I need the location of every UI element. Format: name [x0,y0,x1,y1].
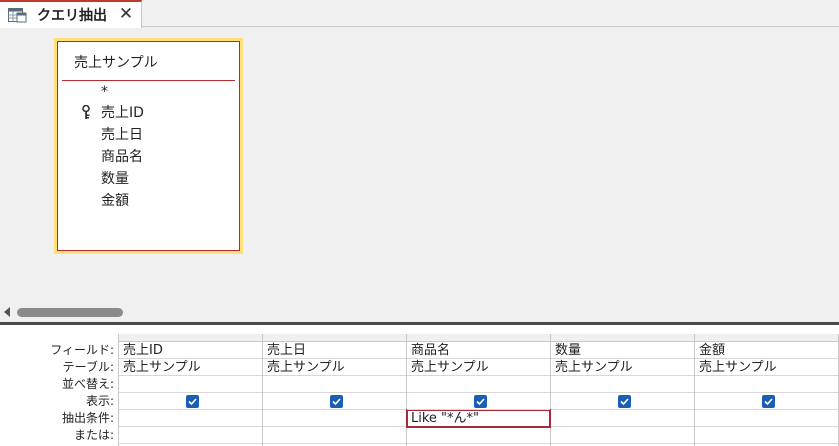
sort-cell[interactable] [407,376,550,393]
field-cell[interactable]: 金額 [695,342,838,359]
row-label-field: フィールド: [50,343,114,357]
or-cell[interactable] [695,427,838,444]
show-cell [407,393,550,410]
row-label-table: テーブル: [62,360,114,374]
show-checkbox[interactable] [186,395,199,408]
show-cell [695,393,838,410]
field-item-quantity[interactable]: 数量 [58,168,239,190]
show-checkbox[interactable] [618,395,631,408]
criteria-cell[interactable] [119,410,262,427]
grid-column-sales-date: 売上日 売上サンプル [263,334,407,446]
grid-row-labels: フィールド: テーブル: 並べ替え: 表示: 抽出条件: または: [0,342,118,444]
sort-cell[interactable] [551,376,694,393]
field-list-table-name[interactable]: 売上サンプル [74,52,158,72]
column-selector[interactable] [695,334,838,342]
show-checkbox[interactable] [474,395,487,408]
tab-query-extract[interactable]: クエリ抽出 ✕ [0,0,142,28]
column-selector[interactable] [119,334,262,342]
row-label-sort: 並べ替え: [61,377,114,391]
field-cell[interactable]: 数量 [551,342,694,359]
tab-title: クエリ抽出 [37,8,107,24]
row-label-or: または: [73,428,114,442]
field-list-items: * 売上ID 売上日 商品名 数量 金額 [58,82,239,212]
query-datasheet-icon [8,7,27,23]
close-icon[interactable]: ✕ [117,4,135,24]
or-cell[interactable] [407,427,550,444]
grid-columns: 売上ID 売上サンプル 売上日 売上サンプル 商品名 売上サンプル Like "… [118,334,839,446]
column-selector[interactable] [551,334,694,342]
field-item-all[interactable]: * [58,82,239,102]
field-list-divider [62,80,235,81]
show-cell [551,393,694,410]
table-cell[interactable]: 売上サンプル [407,359,550,376]
or-cell[interactable] [551,427,694,444]
scroll-left-arrow-icon[interactable] [4,307,10,317]
field-cell[interactable]: 売上ID [119,342,262,359]
field-item-sales-id[interactable]: 売上ID [58,102,239,124]
show-checkbox[interactable] [762,395,775,408]
query-design-area[interactable]: 売上サンプル * 売上ID 売上日 商品名 数量 金額 [0,28,839,304]
field-item-sales-date[interactable]: 売上日 [58,124,239,146]
column-selector[interactable] [263,334,406,342]
table-field-list[interactable]: 売上サンプル * 売上ID 売上日 商品名 数量 金額 [54,38,243,254]
criteria-cell[interactable] [695,410,838,427]
or-cell[interactable] [263,427,406,444]
row-label-show: 表示: [85,394,114,408]
grid-column-product-name: 商品名 売上サンプル Like "*ん*" [406,334,551,446]
or-cell[interactable] [119,427,262,444]
grid-column-quantity: 数量 売上サンプル [551,334,695,446]
field-item-amount[interactable]: 金額 [58,190,239,212]
show-checkbox[interactable] [330,395,343,408]
sort-cell[interactable] [695,376,838,393]
field-item-label: 売上ID [101,105,144,121]
criteria-cell[interactable] [551,410,694,427]
design-horizontal-scrollbar[interactable] [0,304,839,320]
sort-cell[interactable] [263,376,406,393]
field-cell[interactable]: 商品名 [407,342,550,359]
document-tab-bar: クエリ抽出 ✕ [0,0,839,28]
scrollbar-thumb[interactable] [17,308,123,317]
criteria-cell[interactable] [263,410,406,427]
table-cell[interactable]: 売上サンプル [263,359,406,376]
column-selector[interactable] [407,334,550,342]
field-item-product-name[interactable]: 商品名 [58,146,239,168]
query-design-grid: フィールド: テーブル: 並べ替え: 表示: 抽出条件: または: 売上ID 売… [0,325,839,446]
table-cell[interactable]: 売上サンプル [119,359,262,376]
sort-cell[interactable] [119,376,262,393]
grid-column-amount: 金額 売上サンプル [695,334,839,446]
table-cell[interactable]: 売上サンプル [695,359,838,376]
field-cell[interactable]: 売上日 [263,342,406,359]
show-cell [263,393,406,410]
row-label-criteria: 抽出条件: [61,411,114,425]
show-cell [119,393,262,410]
field-list-box: 売上サンプル * 売上ID 売上日 商品名 数量 金額 [57,41,240,251]
table-cell[interactable]: 売上サンプル [551,359,694,376]
criteria-cell[interactable]: Like "*ん*" [406,409,551,428]
primary-key-icon [82,104,92,120]
grid-column-sales-id: 売上ID 売上サンプル [119,334,263,446]
